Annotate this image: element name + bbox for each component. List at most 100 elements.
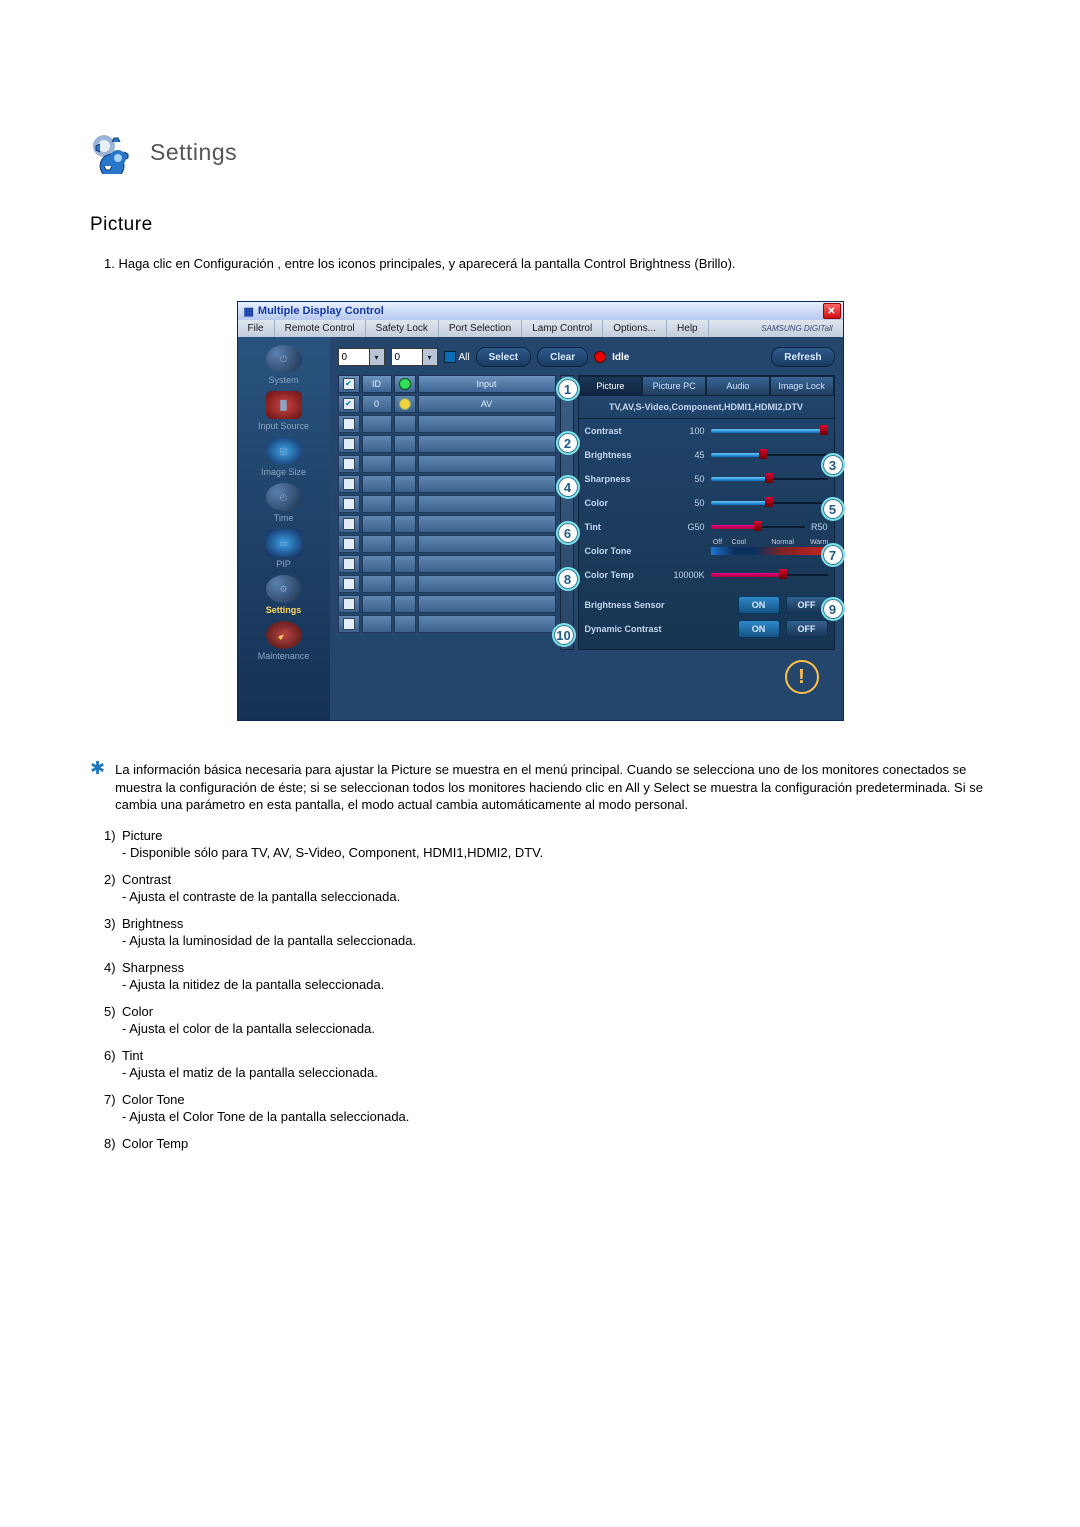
row-check-icon[interactable] <box>343 578 355 590</box>
table-row[interactable] <box>338 575 556 593</box>
sidebar-item-system[interactable]: ⏻System <box>244 345 324 385</box>
row-check-icon[interactable] <box>343 438 355 450</box>
row-check-icon[interactable] <box>343 558 355 570</box>
header-check-icon[interactable] <box>343 378 355 390</box>
definition-item: 5)Color- Ajusta el color de la pantalla … <box>104 1004 990 1036</box>
brightness-sensor-row: Brightness Sensor ON OFF <box>579 593 834 617</box>
row-check-icon[interactable] <box>343 398 355 410</box>
brightness-slider[interactable] <box>711 452 828 458</box>
refresh-button[interactable]: Refresh <box>771 347 834 367</box>
table-row[interactable]: 0AV <box>338 395 556 413</box>
close-icon[interactable]: ✕ <box>823 303 841 319</box>
table-row[interactable] <box>338 535 556 553</box>
properties-panel: Picture Picture PC Audio Image Lock TV,A… <box>578 375 835 650</box>
status-icon <box>399 378 411 390</box>
row-check-icon[interactable] <box>343 478 355 490</box>
table-row[interactable] <box>338 415 556 433</box>
window-titlebar: ▦ Multiple Display Control ✕ <box>238 302 843 320</box>
menu-bar: File Remote Control Safety Lock Port Sel… <box>238 320 843 337</box>
col-id: ID <box>362 375 392 393</box>
settings-icon <box>90 130 134 174</box>
color-slider[interactable] <box>711 500 828 506</box>
chevron-up-icon[interactable]: ▴ <box>564 378 568 387</box>
select-button[interactable]: Select <box>476 347 531 367</box>
brightness-row: Brightness 45 <box>579 443 834 467</box>
info-icon[interactable]: ! <box>785 660 819 694</box>
table-row[interactable] <box>338 555 556 573</box>
color-tone-band[interactable]: Off Cool Normal Warm <box>711 547 828 555</box>
row-check-icon[interactable] <box>343 418 355 430</box>
star-note: ✱ La información básica necesaria para a… <box>90 761 990 814</box>
col-input: Input <box>418 375 556 393</box>
chevron-down-icon[interactable]: ▾ <box>422 349 437 365</box>
sidebar-item-settings[interactable]: ⚙Settings <box>244 575 324 615</box>
chevron-down-icon[interactable]: ▾ <box>564 638 568 647</box>
table-row[interactable] <box>338 435 556 453</box>
sidebar-item-pip[interactable]: ▭PIP <box>244 529 324 569</box>
tint-slider[interactable] <box>711 524 805 530</box>
sidebar-item-input[interactable]: █Input Source <box>244 391 324 431</box>
brand-label: SAMSUNG DIGITall <box>751 320 842 337</box>
color-temp-row: Color Temp 10000K <box>579 563 834 587</box>
table-row[interactable] <box>338 615 556 633</box>
display-grid: ID Input 0AV <box>338 375 556 650</box>
page-header: Settings <box>90 130 990 174</box>
intro-text: 1. Haga clic en Configuración , entre lo… <box>104 256 990 271</box>
range-to[interactable]: 0▾ <box>391 348 438 366</box>
row-check-icon[interactable] <box>343 598 355 610</box>
dynamic-contrast-on[interactable]: ON <box>738 620 780 638</box>
input-icon: █ <box>266 391 302 419</box>
row-check-icon[interactable] <box>343 538 355 550</box>
color-temp-slider[interactable] <box>711 572 828 578</box>
idle-indicator-icon <box>594 351 606 363</box>
row-check-icon[interactable] <box>343 498 355 510</box>
menu-file[interactable]: File <box>238 320 275 337</box>
row-check-icon[interactable] <box>343 518 355 530</box>
dynamic-contrast-row: Dynamic Contrast ON OFF <box>579 617 834 641</box>
scrollbar[interactable]: ▴▾ <box>560 375 574 650</box>
dynamic-contrast-off[interactable]: OFF <box>786 620 828 638</box>
window-footer: ! <box>338 650 835 700</box>
table-row[interactable] <box>338 495 556 513</box>
table-row[interactable] <box>338 475 556 493</box>
sidebar-item-image-size[interactable]: ◱Image Size <box>244 437 324 477</box>
star-icon: ✱ <box>90 761 105 814</box>
sidebar-item-time[interactable]: ◴Time <box>244 483 324 523</box>
sources-label: TV,AV,S-Video,Component,HDMI1,HDMI2,DTV <box>579 396 834 419</box>
chevron-down-icon[interactable]: ▾ <box>369 349 384 365</box>
menu-port[interactable]: Port Selection <box>439 320 522 337</box>
tab-picture[interactable]: Picture <box>579 376 643 396</box>
definition-item: 3)Brightness- Ajusta la luminosidad de l… <box>104 916 990 948</box>
clear-button[interactable]: Clear <box>537 347 588 367</box>
gear-icon: ⚙ <box>266 575 302 603</box>
tab-image-lock[interactable]: Image Lock <box>770 376 834 396</box>
color-row: Color 50 <box>579 491 834 515</box>
sidebar-item-maintenance[interactable]: 🧹Maintenance <box>244 621 324 661</box>
check-all[interactable]: All <box>444 351 470 363</box>
row-check-icon[interactable] <box>343 618 355 630</box>
idle-label: Idle <box>612 352 629 363</box>
color-tone-row: Color Tone Off Cool Normal Warm <box>579 539 834 563</box>
contrast-slider[interactable] <box>711 428 828 434</box>
menu-options[interactable]: Options... <box>603 320 667 337</box>
row-check-icon[interactable] <box>343 458 355 470</box>
table-row[interactable] <box>338 455 556 473</box>
power-icon: ⏻ <box>266 345 302 373</box>
range-from[interactable]: 0▾ <box>338 348 385 366</box>
menu-remote[interactable]: Remote Control <box>275 320 366 337</box>
pip-icon: ▭ <box>266 529 302 557</box>
menu-help[interactable]: Help <box>667 320 709 337</box>
definition-item: 4)Sharpness- Ajusta la nitidez de la pan… <box>104 960 990 992</box>
brightness-sensor-on[interactable]: ON <box>738 596 780 614</box>
sharpness-slider[interactable] <box>711 476 828 482</box>
status-icon <box>399 398 411 410</box>
tab-audio[interactable]: Audio <box>706 376 770 396</box>
table-row[interactable] <box>338 595 556 613</box>
tab-picture-pc[interactable]: Picture PC <box>642 376 706 396</box>
menu-lamp[interactable]: Lamp Control <box>522 320 603 337</box>
menu-safety[interactable]: Safety Lock <box>366 320 439 337</box>
brightness-sensor-off[interactable]: OFF <box>786 596 828 614</box>
table-row[interactable] <box>338 515 556 533</box>
definition-item: 6)Tint- Ajusta el matiz de la pantalla s… <box>104 1048 990 1080</box>
clock-icon: ◴ <box>266 483 302 511</box>
